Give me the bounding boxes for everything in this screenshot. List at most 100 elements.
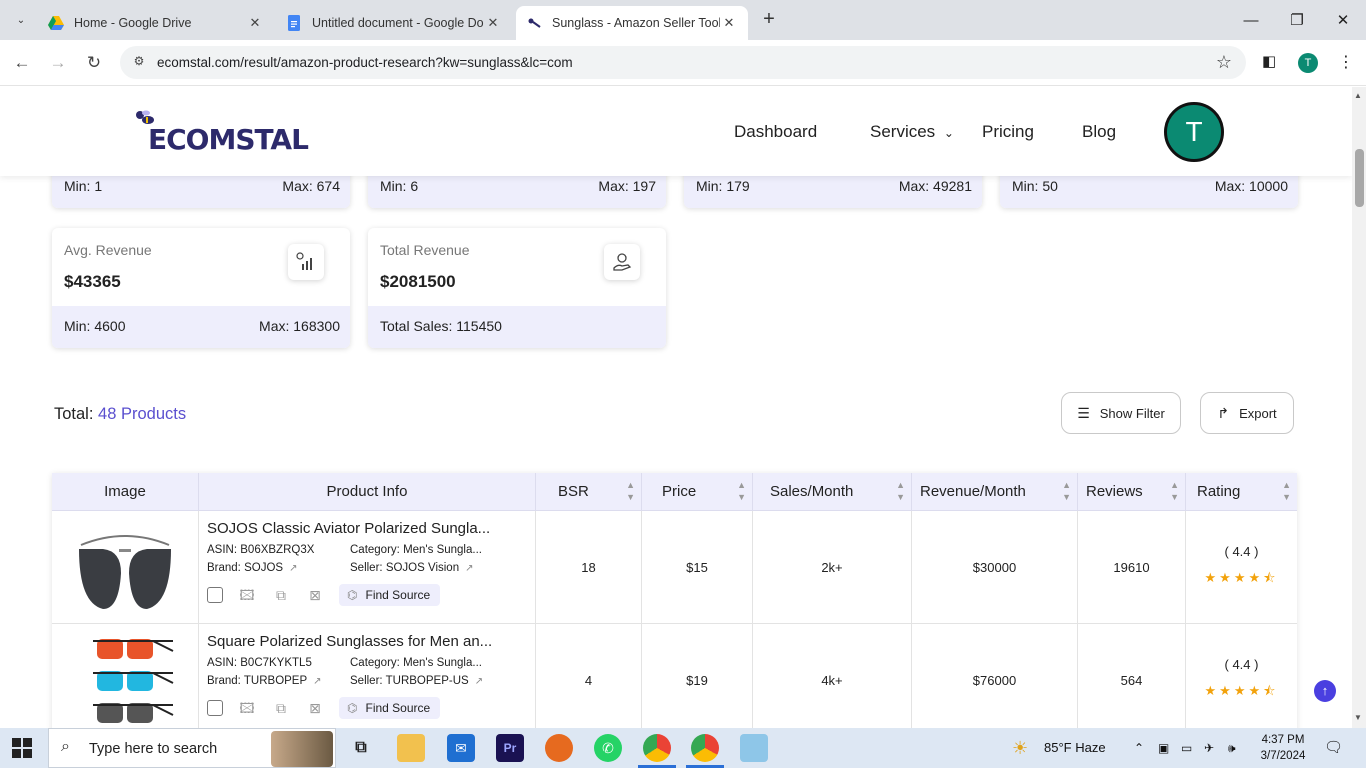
app-window-icon[interactable] [740, 734, 768, 762]
mail-icon[interactable]: ✉ [447, 734, 475, 762]
taskbar-search-box[interactable]: ⌕ Type here to search [48, 728, 336, 768]
close-tab-icon[interactable]: ✕ [720, 15, 738, 31]
sort-arrows-icon[interactable]: ▲ ▼ [626, 479, 635, 503]
image-compare-icon[interactable]: ⧉ [271, 699, 291, 717]
notifications-icon[interactable]: 🗨 [1324, 728, 1343, 768]
external-link-icon[interactable]: ↗ [289, 563, 297, 574]
sort-arrows-icon[interactable]: ▲ ▼ [1062, 479, 1071, 503]
card-max: Max: 49281 [898, 178, 972, 194]
external-link-icon[interactable]: ↗ [313, 676, 321, 687]
page-scrollbar[interactable]: ▲ ▼ [1352, 87, 1366, 728]
chrome-icon[interactable] [643, 734, 671, 762]
user-avatar[interactable]: T [1164, 102, 1224, 162]
premiere-pro-icon[interactable]: Pr [496, 734, 524, 762]
export-button[interactable]: ↱ Export [1200, 392, 1294, 434]
col-reviews[interactable]: Reviews ▲ ▼ [1078, 473, 1186, 511]
browser-profile-avatar[interactable]: T [1298, 53, 1318, 73]
scroll-up-arrow-icon[interactable]: ▲ [1354, 91, 1362, 100]
show-filter-label: Show Filter [1099, 405, 1165, 421]
find-source-button[interactable]: ⌬ Find Source [339, 584, 441, 606]
sort-arrows-icon[interactable]: ▲ ▼ [737, 479, 746, 503]
select-checkbox[interactable] [207, 587, 223, 603]
find-source-button[interactable]: ⌬ Find Source [339, 697, 441, 719]
system-clock[interactable]: 4:37 PM 3/7/2024 [1258, 732, 1308, 764]
close-tab-icon[interactable]: ✕ [484, 15, 502, 31]
firefox-icon[interactable] [545, 734, 573, 762]
nav-pricing[interactable]: Pricing [982, 122, 1034, 142]
sort-arrows-icon[interactable]: ▲ ▼ [1170, 479, 1179, 503]
total-sales: Total Sales: 115450 [380, 318, 502, 334]
whatsapp-icon[interactable]: ✆ [594, 734, 622, 762]
weather-text[interactable]: 85°F Haze [1044, 728, 1106, 768]
price-cell: $19 [642, 624, 753, 728]
address-bar[interactable]: ⚙ ecomstal.com/result/amazon-product-res… [120, 46, 1246, 79]
product-name[interactable]: Square Polarized Sunglasses for Men an..… [207, 633, 492, 650]
product-info: SOJOS Classic Aviator Polarized Sungla..… [199, 511, 536, 624]
show-filter-button[interactable]: ☰ Show Filter [1061, 392, 1181, 434]
new-tab-icon[interactable]: + [758, 9, 780, 31]
image-search-icon[interactable]: 🖾 [237, 699, 257, 717]
chrome-profile-icon[interactable] [691, 734, 719, 762]
sort-arrows-icon[interactable]: ▲ ▼ [896, 479, 905, 503]
nav-services[interactable]: Services ⌄ [870, 122, 954, 142]
sales-cell: 2k+ [753, 511, 912, 624]
bookmark-star-icon[interactable]: ☆ [1216, 52, 1232, 73]
url-text[interactable]: ecomstal.com/result/amazon-product-resea… [157, 55, 573, 70]
product-category: Category: Men's Sungla... [350, 657, 482, 669]
remove-icon[interactable]: ⊠ [305, 586, 325, 604]
windows-start-icon[interactable] [12, 738, 32, 758]
nav-dashboard[interactable]: Dashboard [734, 122, 817, 142]
scroll-to-top-button[interactable]: ↑ [1314, 680, 1336, 702]
site-info-icon[interactable]: ⚙ [130, 54, 148, 72]
external-link-icon[interactable]: ↗ [475, 676, 483, 687]
clock-date: 3/7/2024 [1260, 750, 1306, 762]
col-sales-month[interactable]: Sales/Month ▲ ▼ [753, 473, 912, 511]
file-explorer-icon[interactable] [397, 734, 425, 762]
tab-ecomstal[interactable]: Sunglass - Amazon Seller Tool l ✕ [516, 6, 748, 40]
weather-icon[interactable]: ☀ [1012, 728, 1028, 768]
reload-icon[interactable]: ↻ [81, 50, 107, 76]
product-info: Square Polarized Sunglasses for Men an..… [199, 624, 536, 728]
close-tab-icon[interactable]: ✕ [246, 15, 264, 31]
rating-cell: ( 4.4 ) ★★★★⯪ [1186, 624, 1297, 728]
image-search-icon[interactable]: 🖾 [237, 586, 257, 604]
square-sunglasses-image [93, 638, 174, 723]
menu-kebab-icon[interactable]: ⋮ [1338, 52, 1354, 72]
card-max: Max: 674 [282, 178, 340, 194]
image-compare-icon[interactable]: ⧉ [271, 586, 291, 604]
restore-icon[interactable]: ❐ [1274, 0, 1320, 40]
product-image[interactable] [52, 624, 199, 728]
product-name[interactable]: SOJOS Classic Aviator Polarized Sungla..… [207, 520, 490, 537]
minimize-icon[interactable]: — [1228, 0, 1274, 40]
ecomstal-logo[interactable]: ECOMSTAL [134, 107, 309, 156]
external-link-icon[interactable]: ↗ [465, 563, 473, 574]
total-revenue-card: Total Revenue $2081500 Total Sales: 1154… [368, 228, 666, 348]
remove-icon[interactable]: ⊠ [305, 699, 325, 717]
card-title: Total Revenue [380, 242, 470, 258]
product-image[interactable] [52, 511, 199, 624]
tab-search-icon[interactable]: ⌄ [8, 8, 34, 32]
side-panel-icon[interactable]: ◧ [1262, 52, 1276, 70]
nav-services-label: Services [870, 122, 936, 141]
scrollbar-thumb[interactable] [1355, 149, 1364, 207]
volume-icon[interactable]: 🕪 [1228, 728, 1236, 768]
tab-google-drive[interactable]: Home - Google Drive ✕ [38, 6, 274, 40]
task-view-icon[interactable]: ⧉ [347, 734, 375, 762]
forward-icon[interactable]: → [45, 50, 71, 76]
col-revenue-month[interactable]: Revenue/Month ▲ ▼ [912, 473, 1078, 511]
back-icon[interactable]: ← [9, 50, 35, 76]
sort-arrows-icon[interactable]: ▲ ▼ [1282, 479, 1291, 503]
nav-blog[interactable]: Blog [1082, 122, 1116, 142]
tab-google-docs[interactable]: Untitled document - Google Do ✕ [276, 6, 512, 40]
meet-now-icon[interactable]: ▣ [1158, 728, 1169, 768]
col-price[interactable]: Price ▲ ▼ [642, 473, 753, 511]
col-bsr[interactable]: BSR ▲ ▼ [536, 473, 642, 511]
tray-overflow-icon[interactable]: ⌃ [1134, 728, 1144, 768]
network-icon[interactable]: ✈ [1204, 728, 1214, 768]
scroll-down-arrow-icon[interactable]: ▼ [1354, 713, 1362, 722]
logo-text: ECOMSTAL [148, 123, 309, 156]
select-checkbox[interactable] [207, 700, 223, 716]
col-rating[interactable]: Rating ▲ ▼ [1186, 473, 1297, 511]
battery-icon[interactable]: ▭ [1181, 728, 1192, 768]
close-window-icon[interactable]: ✕ [1320, 0, 1366, 40]
